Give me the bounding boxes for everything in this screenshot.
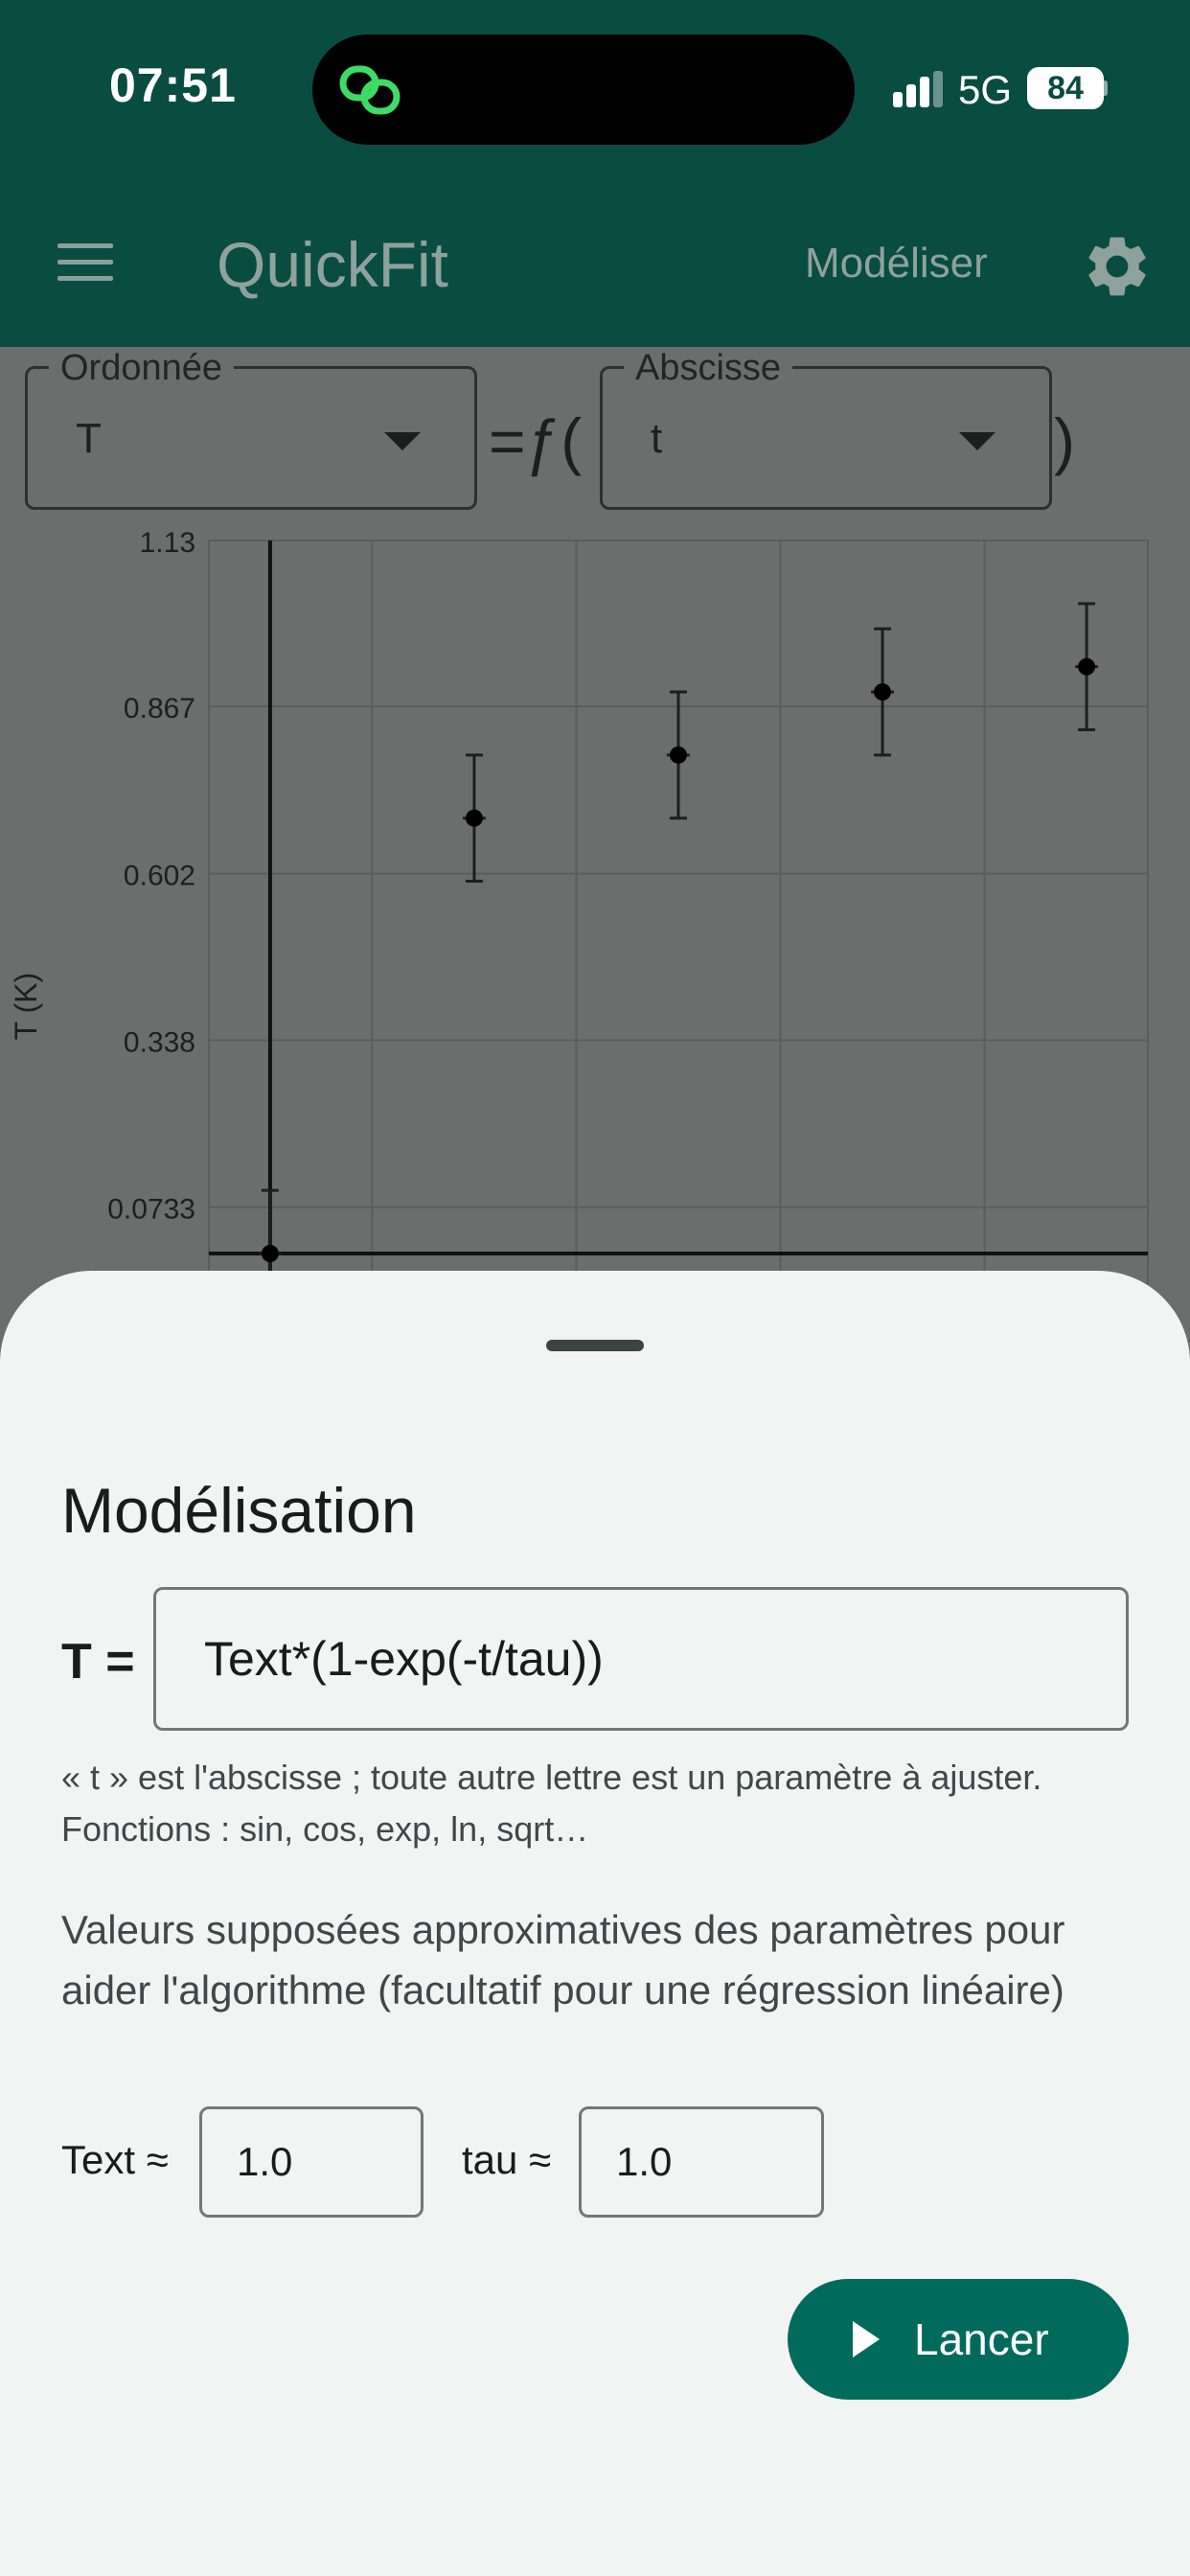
close-paren-text: ) (1054, 405, 1075, 476)
formula-hint: « t » est l'abscisse ; toute autre lettr… (61, 1758, 1042, 1849)
param-tau-label: tau ≈ (462, 2137, 552, 2182)
battery-tip (1102, 80, 1108, 96)
dynamic-island (312, 34, 855, 145)
params-description: Valeurs supposées approximatives des par… (61, 1907, 1065, 2012)
abscissa-label: Abscisse (624, 348, 793, 389)
signal-icon (893, 71, 945, 107)
formula-input[interactable] (153, 1587, 1129, 1731)
status-time: 07:51 (109, 58, 237, 112)
run-button-label: Lancer (914, 2314, 1049, 2364)
data-chart: 1.13 0.867 0.602 0.338 0.0733 T (K) (9, 527, 1149, 1284)
gear-icon[interactable] (1081, 230, 1154, 303)
network-type: 5G (958, 67, 1013, 112)
function-of-text: =ƒ( (489, 405, 583, 476)
battery-icon: 84 (1027, 67, 1104, 109)
sheet-title: Modélisation (61, 1475, 417, 1546)
y-tick-label: 0.338 (124, 1026, 195, 1058)
y-axis-label: T (K) (9, 973, 43, 1041)
hamburger-menu-icon[interactable] (50, 234, 119, 291)
y-tick-label: 0.0733 (107, 1194, 195, 1226)
app-header: 07:51 5G 84 QuickFit Modéliser (0, 0, 1190, 347)
param-text-label: Text ≈ (61, 2137, 169, 2182)
y-tick-label: 0.867 (124, 693, 195, 724)
param-tau-input[interactable] (579, 2106, 824, 2218)
data-point (670, 746, 687, 764)
formula-lhs: T = (61, 1634, 135, 1690)
data-point (874, 683, 892, 702)
y-tick-label: 1.13 (140, 527, 195, 559)
dropdown-arrow-icon (384, 432, 421, 450)
abscissa-value: t (651, 415, 663, 462)
app-title: QuickFit (217, 229, 449, 300)
data-point (1078, 657, 1096, 676)
run-button[interactable]: Lancer (788, 2279, 1129, 2400)
drag-handle[interactable] (546, 1340, 644, 1351)
ordinate-label: Ordonnée (49, 348, 235, 389)
ordinate-value: T (76, 415, 102, 462)
dropdown-arrow-icon (959, 432, 995, 450)
ordinate-select[interactable]: Ordonnée T (25, 348, 477, 510)
y-tick-label: 0.602 (124, 861, 195, 892)
abscissa-select[interactable]: Abscisse t (600, 348, 1052, 510)
modelisation-sheet: Modélisation T = « t » est l'abscisse ; … (0, 1271, 1190, 2576)
plot-area (208, 540, 1149, 1284)
param-text-input[interactable] (199, 2106, 423, 2218)
play-icon (853, 2321, 880, 2358)
data-point (465, 809, 483, 827)
modeliser-button[interactable]: Modéliser (805, 240, 988, 288)
data-point (261, 1245, 279, 1262)
link-icon (339, 65, 400, 115)
